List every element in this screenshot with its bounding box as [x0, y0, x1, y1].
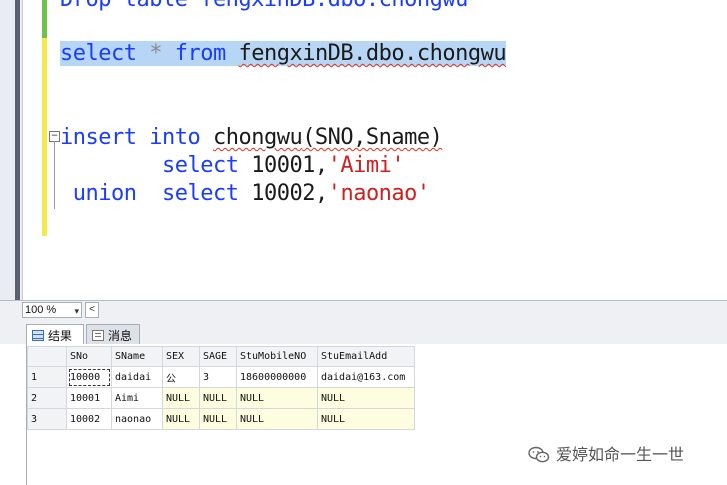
row-number[interactable]: 3	[27, 408, 67, 430]
saved-change-bar	[42, 0, 47, 38]
tab-results[interactable]: 结果	[26, 324, 84, 344]
table-cell[interactable]: Aimi	[111, 387, 163, 409]
watermark-text: 爱婷如命一生一世	[556, 445, 685, 464]
keyword-select: select	[161, 153, 239, 178]
zoom-value: 100 %	[25, 304, 57, 316]
wechat-icon	[528, 446, 550, 463]
editor-left-strip	[0, 0, 23, 300]
chevron-left-icon: <	[89, 304, 95, 315]
code-line-insert[interactable]: insert into chongwu(SNO,Sname)	[60, 124, 443, 152]
message-icon	[92, 330, 104, 341]
keyword-select: select	[60, 41, 137, 66]
tab-messages[interactable]: 消息	[86, 324, 140, 344]
tab-results-label: 结果	[48, 329, 73, 343]
code-line-select-1[interactable]: select 10001,'Aimi'	[60, 152, 405, 180]
table-cell[interactable]: daidai@163.com	[317, 366, 415, 388]
table-cell[interactable]: daidai	[111, 366, 163, 388]
table-cell[interactable]: NULL	[162, 408, 200, 430]
table-cell[interactable]: NULL	[162, 387, 200, 409]
string-literal: 'naonao'	[327, 181, 430, 206]
unsaved-change-bar	[42, 38, 47, 236]
column-header[interactable]: SName	[111, 346, 163, 367]
table-cell[interactable]: 10002	[66, 408, 112, 430]
table-cell[interactable]: 10001	[66, 387, 112, 409]
results-grid: SNo SName SEX SAGE StuMobileNO StuEmailA…	[27, 346, 415, 430]
table-cell[interactable]: 18600000000	[236, 366, 318, 388]
table-row[interactable]: 1 10000 daidai 公 3 18600000000 daidai@16…	[27, 366, 415, 388]
row-number[interactable]: 1	[27, 366, 67, 388]
tab-messages-label: 消息	[108, 329, 133, 343]
table-row[interactable]: 3 10002 naonao NULL NULL NULL NULL	[27, 408, 415, 430]
column-header[interactable]: StuEmailAdd	[317, 346, 415, 367]
table-name: chongwu	[212, 125, 303, 150]
table-cell[interactable]: NULL	[236, 408, 318, 430]
code-line-union[interactable]: union select 10002,'naonao'	[60, 180, 430, 208]
keyword-select: select	[161, 181, 239, 206]
corner-cell[interactable]	[27, 346, 67, 367]
watermark: 爱婷如命一生一世	[528, 441, 684, 465]
chevron-down-icon: ▾	[74, 306, 79, 316]
outline-guide	[54, 141, 55, 209]
column-header[interactable]: SAGE	[199, 346, 237, 367]
keyword-from: from	[174, 41, 226, 66]
zoom-dropdown[interactable]: 100 % ▾	[22, 302, 82, 318]
editor-status-bar: 100 % ▾ <	[0, 300, 727, 321]
table-cell[interactable]: NULL	[199, 408, 237, 430]
table-cell[interactable]: NULL	[317, 387, 415, 409]
table-cell[interactable]: 公	[162, 366, 200, 388]
column-header[interactable]: SNo	[66, 346, 112, 367]
splitter-rail[interactable]	[15, 0, 20, 300]
column-header[interactable]: SEX	[162, 346, 200, 367]
row-number[interactable]: 2	[27, 387, 67, 409]
table-row[interactable]: 2 10001 Aimi NULL NULL NULL NULL	[27, 387, 415, 409]
number-literal: 10001,	[251, 153, 328, 178]
keyword-union: union	[72, 181, 137, 206]
grid-icon	[32, 330, 44, 341]
keyword-into: into	[149, 125, 201, 150]
header-row: SNo SName SEX SAGE StuMobileNO StuEmailA…	[27, 346, 415, 367]
table-cell[interactable]: NULL	[317, 408, 415, 430]
results-tabbar: 结果 消息	[0, 320, 727, 344]
table-cell[interactable]: naonao	[111, 408, 163, 430]
object-name: fengxinDB.dbo.chongwu	[238, 41, 507, 66]
table-cell[interactable]: 10000	[66, 366, 112, 388]
star-operator: *	[149, 41, 162, 66]
selected-text: select * from fengxinDB.dbo.chongwu	[60, 41, 507, 66]
table-cell[interactable]: NULL	[199, 387, 237, 409]
number-literal: 10002,	[251, 181, 328, 206]
code-line-drop[interactable]: Drop table fengxinDB.dbo.chongwu	[60, 0, 468, 14]
keyword-insert: insert	[60, 125, 137, 150]
string-literal: 'Aimi'	[327, 153, 405, 178]
column-list: (SNO,Sname)	[302, 125, 443, 150]
code-line-select[interactable]: select * from fengxinDB.dbo.chongwu	[60, 40, 507, 68]
table-cell[interactable]: NULL	[236, 387, 318, 409]
column-header[interactable]: StuMobileNO	[236, 346, 318, 367]
drop-statement: Drop table fengxinDB.dbo.chongwu	[60, 0, 468, 12]
table-cell[interactable]: 3	[199, 366, 237, 388]
scroll-left-button[interactable]: <	[85, 302, 99, 318]
